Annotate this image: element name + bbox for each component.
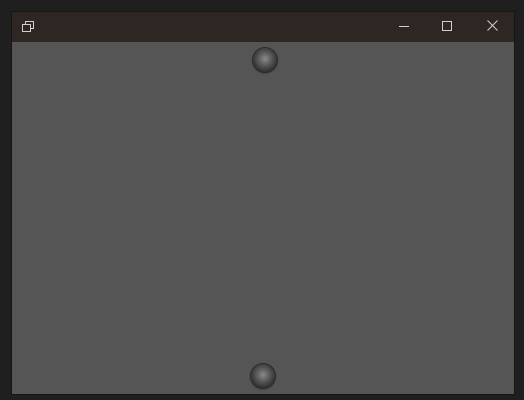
maximize-icon bbox=[442, 18, 452, 36]
app-windows-icon bbox=[20, 19, 36, 35]
minimize-button[interactable] bbox=[382, 12, 426, 42]
drag-handle-top[interactable] bbox=[253, 48, 277, 72]
close-icon bbox=[486, 18, 498, 36]
drag-handle-bottom[interactable] bbox=[251, 364, 275, 388]
window-content bbox=[12, 42, 514, 394]
maximize-button[interactable] bbox=[425, 12, 469, 42]
close-button[interactable] bbox=[470, 12, 514, 42]
minimize-icon bbox=[399, 18, 409, 36]
title-bar[interactable] bbox=[12, 12, 514, 42]
app-window bbox=[12, 12, 514, 394]
